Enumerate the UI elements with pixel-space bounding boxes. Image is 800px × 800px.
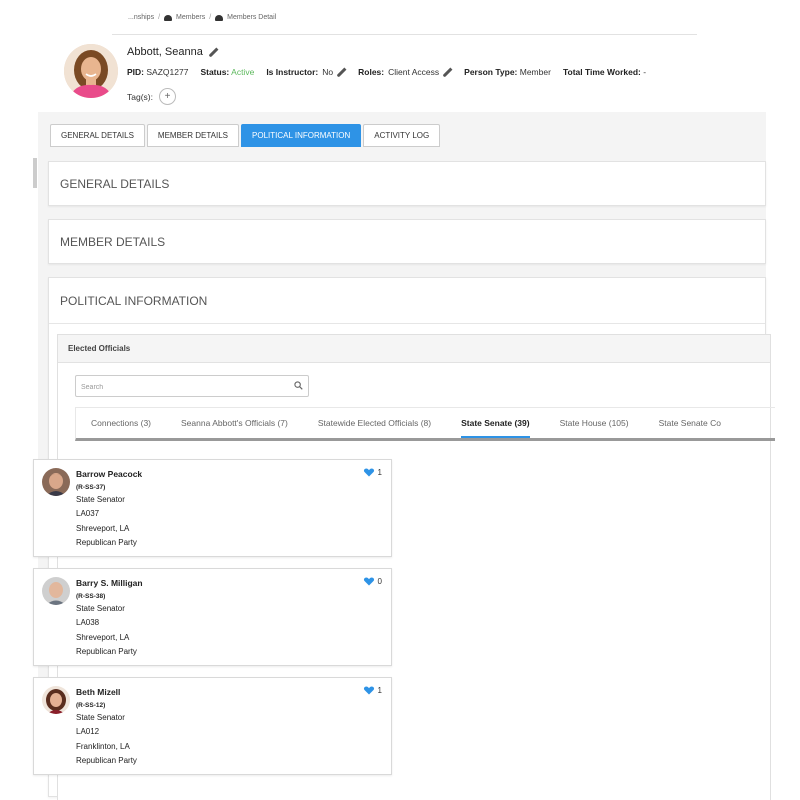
section-title-general: GENERAL DETAILS: [60, 176, 170, 191]
official-district: LA012: [76, 727, 100, 736]
official-code: (R-SS-12): [76, 701, 106, 709]
tab-general-details[interactable]: GENERAL DETAILS: [50, 124, 145, 147]
tags-label: Tag(s):: [127, 91, 153, 102]
likes-count: 0: [377, 577, 382, 586]
instructor-label: Is Instructor:: [266, 67, 319, 77]
official-party: Republican Party: [76, 538, 137, 547]
official-city: Shreveport, LA: [76, 523, 130, 533]
heart-icon[interactable]: [363, 468, 375, 477]
official-party: Republican Party: [76, 756, 137, 765]
main-tabs: GENERAL DETAILS MEMBER DETAILS POLITICAL…: [50, 124, 441, 147]
section-title-member: MEMBER DETAILS: [60, 234, 166, 249]
instructor-value: No: [322, 67, 334, 77]
elected-officials-title: Elected Officials: [58, 335, 770, 363]
group-icon: [215, 14, 224, 21]
official-card[interactable]: Barry S. Milligan (R-SS-38) State Senato…: [33, 568, 392, 666]
official-district: LA037: [76, 509, 100, 518]
status-badge: Active: [231, 67, 255, 77]
person-type-field: Person Type: Member: [464, 67, 551, 77]
official-name[interactable]: Beth Mizell: [76, 685, 137, 700]
official-details: Barry S. Milligan (R-SS-38) State Senato…: [76, 576, 143, 660]
breadcrumb-item-nships[interactable]: ...nships: [128, 14, 154, 21]
edit-instructor-icon[interactable]: [337, 68, 346, 77]
roles-field: Roles: Client Access: [358, 67, 452, 77]
heart-icon[interactable]: [363, 577, 375, 586]
member-name: Abbott, Seanna: [127, 46, 203, 58]
tab-statewide-officials[interactable]: Statewide Elected Officials (8): [303, 408, 446, 438]
roles-label: Roles:: [358, 67, 385, 77]
tab-state-senate[interactable]: State Senate (39): [446, 408, 545, 438]
breadcrumb-item-members[interactable]: Members: [176, 14, 205, 21]
official-title: State Senator: [76, 603, 125, 613]
breadcrumb-item-members-detail: Members Detail: [227, 14, 277, 21]
person-type-value: Member: [519, 67, 551, 77]
tags-row: Tag(s): +: [127, 88, 176, 105]
official-likes[interactable]: 0: [363, 577, 382, 586]
tab-activity-log[interactable]: ACTIVITY LOG: [363, 124, 441, 147]
edit-roles-icon[interactable]: [443, 68, 452, 77]
status-label: Status:: [200, 67, 230, 77]
tab-state-house[interactable]: State House (105): [545, 408, 644, 438]
time-worked-field: Total Time Worked: -: [563, 67, 646, 77]
official-photo: [42, 577, 70, 605]
official-code: (R-SS-38): [76, 592, 106, 600]
official-code: (R-SS-37): [76, 483, 106, 491]
official-card[interactable]: Barrow Peacock (R-SS-37) State Senator L…: [33, 459, 392, 557]
tab-member-details[interactable]: MEMBER DETAILS: [146, 124, 240, 147]
edit-name-icon[interactable]: [209, 48, 218, 57]
member-details-section[interactable]: MEMBER DETAILS: [48, 219, 766, 264]
tab-seanna-officials[interactable]: Seanna Abbott's Officials (7): [166, 408, 303, 438]
time-worked-label: Total Time Worked:: [562, 67, 641, 77]
member-name-row: Abbott, Seanna: [127, 46, 218, 58]
pid-value: SAZQ1277: [146, 67, 189, 77]
pid-field: PID: SAZQ1277: [127, 67, 188, 77]
officials-tabs: Connections (3) Seanna Abbott's Official…: [75, 407, 775, 441]
official-name[interactable]: Barrow Peacock: [76, 467, 142, 482]
official-likes[interactable]: 1: [363, 686, 382, 695]
heart-icon[interactable]: [363, 686, 375, 695]
add-tag-button[interactable]: +: [158, 88, 176, 105]
breadcrumb-separator: /: [209, 14, 212, 21]
search-box: [75, 375, 309, 398]
official-city: Franklinton, LA: [76, 741, 130, 751]
time-worked-value: -: [643, 67, 647, 77]
official-title: State Senator: [76, 712, 125, 722]
tab-connections[interactable]: Connections (3): [76, 408, 166, 438]
official-name[interactable]: Barry S. Milligan: [76, 576, 143, 591]
header-divider: [112, 34, 697, 35]
official-card[interactable]: Beth Mizell (R-SS-12) State Senator LA01…: [33, 677, 392, 775]
official-likes[interactable]: 1: [363, 468, 382, 477]
instructor-field: Is Instructor: No: [266, 67, 346, 77]
search-icon[interactable]: [294, 381, 303, 390]
group-icon: [164, 14, 173, 21]
person-type-label: Person Type:: [464, 67, 518, 77]
member-info-row: PID: SAZQ1277 Status: Active Is Instruct…: [127, 67, 646, 77]
roles-value: Client Access: [388, 67, 440, 77]
official-district: LA038: [76, 618, 100, 627]
official-photo: [42, 686, 70, 714]
official-title: State Senator: [76, 494, 125, 504]
breadcrumb: ...nships / Members / Members Detail: [128, 14, 276, 21]
avatar: [64, 44, 118, 98]
status-field: Status: Active: [200, 67, 254, 77]
section-title-political[interactable]: POLITICAL INFORMATION: [49, 278, 765, 324]
scroll-indicator: [33, 158, 37, 188]
general-details-section[interactable]: GENERAL DETAILS: [48, 161, 766, 206]
official-party: Republican Party: [76, 647, 137, 656]
official-details: Beth Mizell (R-SS-12) State Senator LA01…: [76, 685, 137, 769]
likes-count: 1: [377, 468, 382, 477]
official-details: Barrow Peacock (R-SS-37) State Senator L…: [76, 467, 142, 551]
breadcrumb-separator: /: [158, 14, 161, 21]
tab-political-information[interactable]: POLITICAL INFORMATION: [241, 124, 362, 147]
tab-state-senate-committee[interactable]: State Senate Co: [644, 408, 736, 438]
search-input[interactable]: [76, 377, 286, 398]
likes-count: 1: [377, 686, 382, 695]
official-photo: [42, 468, 70, 496]
official-city: Shreveport, LA: [76, 632, 130, 642]
pid-label: PID:: [127, 67, 144, 77]
